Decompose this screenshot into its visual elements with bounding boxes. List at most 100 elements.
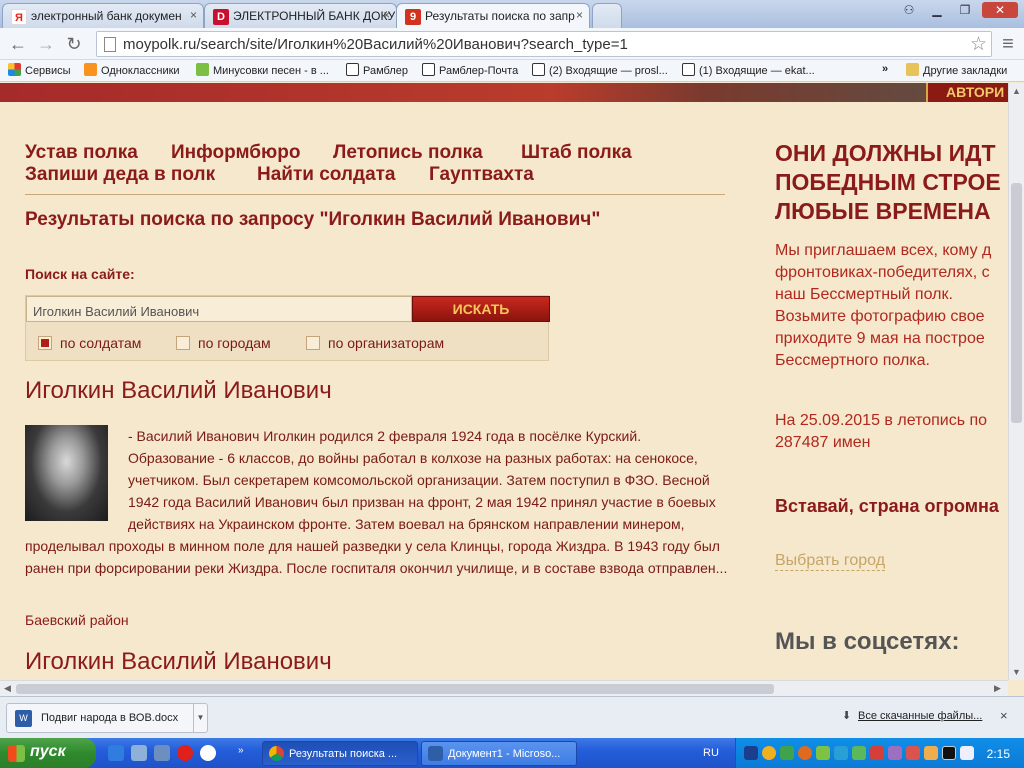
checkbox-checked[interactable] (38, 336, 52, 350)
result-title-link[interactable]: Иголкин Василий Иванович (25, 648, 332, 676)
taskbar-chrome-window[interactable]: Результаты поиска ... (262, 741, 418, 766)
scroll-left-arrow-icon[interactable]: ◀ (4, 683, 11, 694)
taskbar-word-window[interactable]: Документ1 - Microso... (421, 741, 577, 766)
filter-by-organizers[interactable]: по организаторам (306, 335, 444, 351)
bookmark-odnoklassniki[interactable]: Одноклассники (84, 63, 180, 77)
result-bio: - Василий Иванович Иголкин родился 2 фев… (25, 428, 728, 576)
scroll-down-arrow-icon[interactable]: ▼ (1012, 667, 1021, 677)
login-button[interactable]: АВТОРИ (926, 83, 1008, 102)
nav-informbureau[interactable]: Информбюро (171, 142, 300, 164)
nav-register-grandfather[interactable]: Запиши деда в полк (25, 164, 215, 186)
search-button[interactable]: ИСКАТЬ (412, 296, 550, 322)
tray-app-icon[interactable] (816, 746, 830, 760)
tray-app-icon[interactable] (888, 746, 902, 760)
start-button[interactable]: пуск (0, 738, 96, 768)
browser-tab-2[interactable]: D ЭЛЕКТРОННЫЙ БАНК ДОКУ × (204, 3, 397, 28)
tray-app-icon[interactable] (762, 746, 776, 760)
bookmark-minusovki[interactable]: Минусовки песен - в ... (196, 63, 329, 77)
minimize-window-icon[interactable]: ▁ (924, 2, 950, 18)
filter-by-soldiers[interactable]: по солдатам (38, 335, 141, 351)
apps-grid-icon (8, 63, 21, 76)
soldier-photo[interactable] (25, 425, 108, 521)
nav-chronicle[interactable]: Летопись полка (333, 142, 483, 164)
internet-explorer-icon[interactable] (108, 745, 124, 761)
nav-headquarters[interactable]: Штаб полка (521, 142, 632, 164)
bookmark-star-icon[interactable]: ☆ (970, 33, 987, 56)
yandex-browser-icon[interactable] (200, 745, 216, 761)
checkbox-unchecked[interactable] (176, 336, 190, 350)
result-district-link[interactable]: Баевский район (25, 612, 129, 628)
close-icon[interactable]: × (1000, 708, 1008, 723)
bookmark-inbox-prosl[interactable]: (2) Входящие — prosl... (532, 63, 668, 77)
result-title-link[interactable]: Иголкин Василий Иванович (25, 377, 332, 405)
scroll-up-arrow-icon[interactable]: ▲ (1012, 86, 1021, 96)
browser-toolbar: ← → ↻ moypolk.ru/search/site/Иголкин%20В… (0, 28, 1024, 60)
close-window-icon[interactable]: ✕ (982, 2, 1018, 18)
page-icon (104, 37, 116, 52)
tray-app-icon[interactable] (780, 746, 794, 760)
word-icon (428, 746, 443, 761)
browser-tab-strip: Я электронный банк докумен × D ЭЛЕКТРОНН… (0, 0, 1024, 28)
tray-app-icon[interactable] (906, 746, 920, 760)
sidebar-text-line: фронтовиках-победителях, с (775, 264, 990, 281)
address-bar[interactable]: moypolk.ru/search/site/Иголкин%20Василий… (96, 31, 992, 57)
close-tab-icon[interactable]: × (190, 8, 197, 22)
divider (25, 194, 725, 195)
tray-app-icon[interactable] (942, 746, 956, 760)
other-bookmarks-folder[interactable]: Другие закладки (906, 63, 1007, 77)
nav-charter[interactable]: Устав полка (25, 142, 138, 164)
scroll-right-arrow-icon[interactable]: ▶ (994, 683, 1001, 694)
opera-icon[interactable] (177, 745, 193, 761)
browser-tab-1[interactable]: Я электронный банк докумен × (2, 3, 204, 28)
sidebar-text-line: Мы приглашаем всех, кому д (775, 242, 992, 259)
search-input[interactable] (26, 296, 412, 322)
clock: 2:15 (986, 747, 1010, 761)
forward-arrow-icon[interactable]: → (34, 32, 58, 56)
new-tab-button[interactable] (592, 3, 622, 28)
scrollbar-thumb[interactable] (16, 684, 774, 694)
show-desktop-icon[interactable] (131, 745, 147, 761)
horizontal-scrollbar[interactable]: ◀ ▶ (0, 680, 1008, 696)
tray-app-icon[interactable] (852, 746, 866, 760)
download-item[interactable]: W Подвиг народа в ВОВ.docx ▼ (6, 703, 208, 733)
reload-icon[interactable]: ↻ (62, 32, 86, 56)
tray-network-icon[interactable] (744, 746, 758, 760)
tray-app-icon[interactable] (870, 746, 884, 760)
filter-by-cities[interactable]: по городам (176, 335, 271, 351)
folder-icon (906, 63, 919, 76)
language-indicator[interactable]: RU (703, 747, 719, 759)
bookmarks-overflow-chevron-icon[interactable]: » (882, 63, 888, 75)
quick-launch-icon[interactable] (154, 745, 170, 761)
back-arrow-icon[interactable]: ← (6, 32, 30, 56)
download-filename: Подвиг народа в ВОВ.docx (41, 712, 179, 724)
bookmark-rambler-mail[interactable]: Рамблер-Почта (422, 63, 518, 77)
page-title: Результаты поиска по запросу "Иголкин Ва… (25, 209, 601, 230)
menu-hamburger-icon[interactable]: ≡ (996, 32, 1020, 56)
restore-window-icon[interactable]: ❐ (952, 2, 978, 18)
sidebar-heading-line: ПОБЕДНЫМ СТРОЕ (775, 169, 1001, 195)
windows-taskbar: пуск » Результаты поиска ... Документ1 -… (0, 738, 1024, 768)
all-downloads-link[interactable]: Все скачанные файлы... (858, 710, 982, 722)
bookmark-services[interactable]: Сервисы (8, 63, 71, 77)
tray-app-icon[interactable] (834, 746, 848, 760)
close-tab-icon[interactable]: × (576, 8, 583, 22)
vertical-scrollbar[interactable]: ▲ ▼ (1008, 83, 1024, 680)
choose-city-link[interactable]: Выбрать город (775, 552, 886, 571)
tray-volume-icon[interactable] (960, 746, 974, 760)
bookmark-rambler[interactable]: Рамблер (346, 63, 408, 77)
search-form: ИСКАТЬ по солдатам по городам по организ… (25, 295, 550, 361)
quick-launch-overflow-icon[interactable]: » (238, 745, 248, 761)
close-tab-icon[interactable]: × (383, 8, 390, 22)
checkbox-unchecked[interactable] (306, 336, 320, 350)
browser-tab-3-active[interactable]: 9 Результаты поиска по запр × (396, 3, 590, 28)
tray-app-icon[interactable] (798, 746, 812, 760)
chevron-down-icon[interactable]: ▼ (193, 704, 207, 732)
bookmark-inbox-ekat[interactable]: (1) Входящие — ekat... (682, 63, 815, 77)
music-icon (196, 63, 209, 76)
scrollbar-thumb[interactable] (1011, 183, 1022, 423)
tray-app-icon[interactable] (924, 746, 938, 760)
user-icon[interactable]: ⚇ (896, 2, 922, 18)
download-arrow-icon: ⬇ (842, 710, 852, 722)
nav-guardhouse[interactable]: Гауптвахта (429, 164, 534, 186)
nav-find-soldier[interactable]: Найти солдата (257, 164, 396, 186)
